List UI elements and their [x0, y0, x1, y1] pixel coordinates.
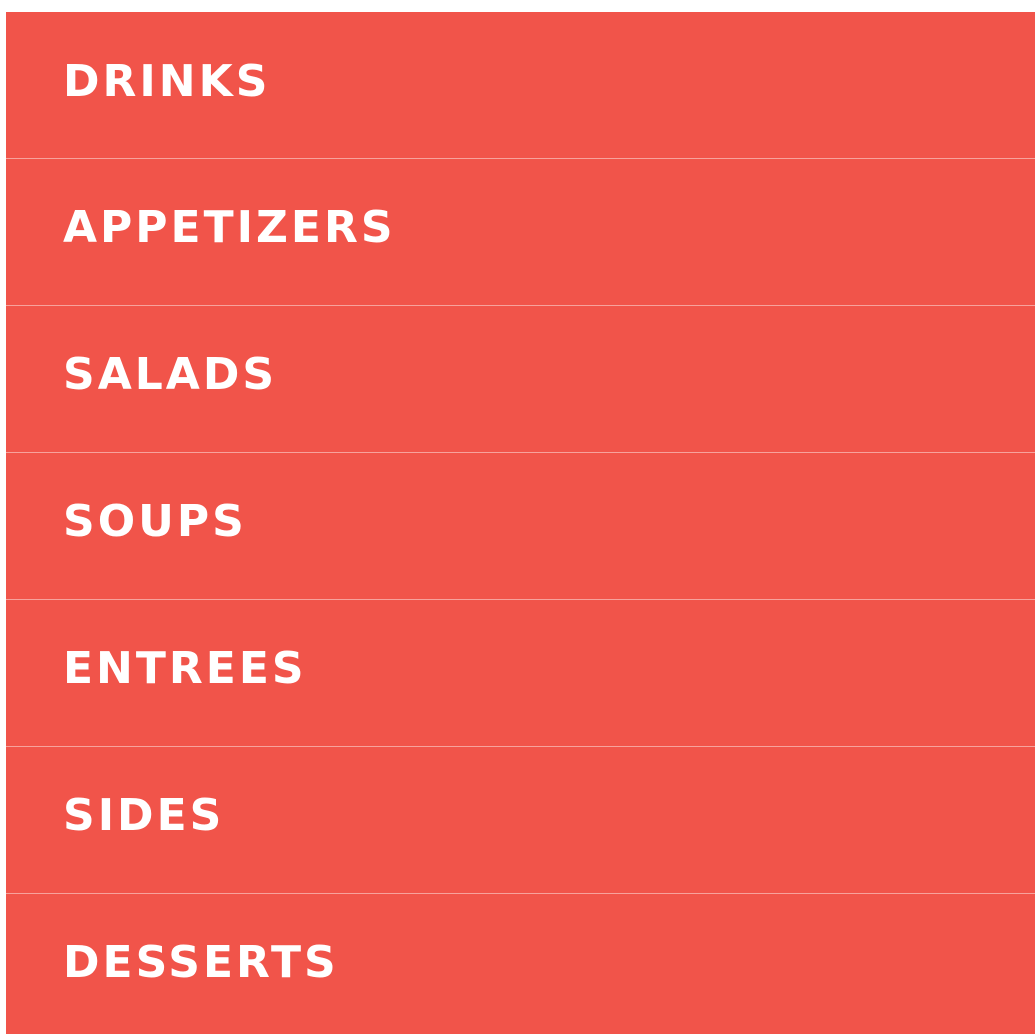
menu-item-label: DESSERTS	[63, 937, 339, 988]
menu-item-label: APPETIZERS	[63, 202, 396, 253]
menu-item-soups[interactable]: SOUPS	[6, 452, 1035, 599]
menu-item-label: ENTREES	[63, 643, 307, 694]
menu-item-appetizers[interactable]: APPETIZERS	[6, 158, 1035, 305]
menu-item-desserts[interactable]: DESSERTS	[6, 893, 1035, 1034]
menu-item-label: SALADS	[63, 349, 278, 400]
menu-item-sides[interactable]: SIDES	[6, 746, 1035, 893]
menu-item-label: SIDES	[63, 790, 225, 841]
menu-item-label: SOUPS	[63, 496, 247, 547]
menu-item-drinks[interactable]: DRINKS	[6, 12, 1035, 158]
menu-item-entrees[interactable]: ENTREES	[6, 599, 1035, 746]
menu-item-label: DRINKS	[63, 56, 271, 107]
category-menu: DRINKS APPETIZERS SALADS SOUPS ENTREES S…	[6, 12, 1035, 1034]
menu-item-salads[interactable]: SALADS	[6, 305, 1035, 452]
